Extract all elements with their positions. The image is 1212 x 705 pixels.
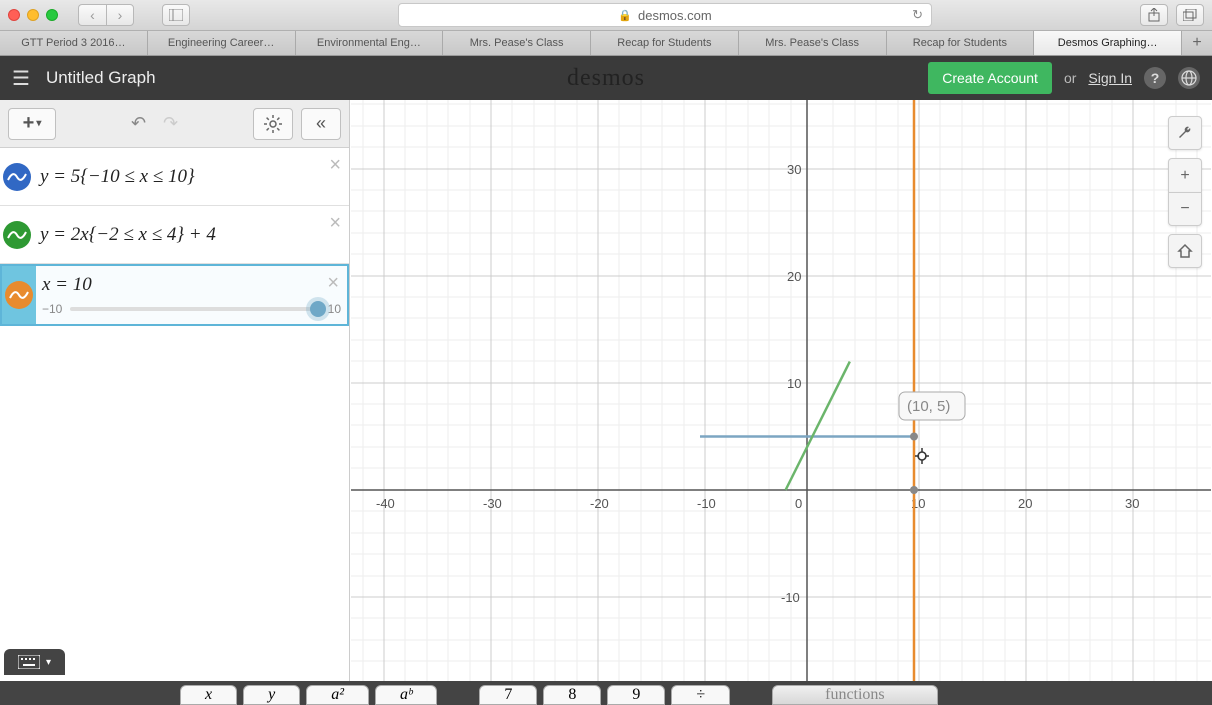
help-icon[interactable]: ? <box>1144 67 1166 89</box>
window-minimize-button[interactable] <box>27 9 39 21</box>
nav-button-group: ‹ › <box>78 4 134 26</box>
keyboard-icon <box>18 655 40 669</box>
keypad-key[interactable]: 8 <box>543 685 601 705</box>
window-maximize-button[interactable] <box>46 9 58 21</box>
browser-chrome: ‹ › 🔒 desmos.com ↻ <box>0 0 1212 31</box>
zoom-in-button[interactable]: + <box>1168 158 1202 192</box>
home-icon <box>1177 243 1193 259</box>
graph-controls: + − <box>1168 116 1202 268</box>
intersection-point[interactable] <box>910 433 918 441</box>
browser-tabs: GTT Period 3 2016… Engineering Career… E… <box>0 31 1212 56</box>
zoom-out-button[interactable]: − <box>1168 192 1202 226</box>
window-close-button[interactable] <box>8 9 20 21</box>
svg-text:10: 10 <box>787 376 801 391</box>
keypad-toggle-button[interactable]: ▾ <box>4 649 65 675</box>
grid-minor <box>350 100 1211 705</box>
browser-tab[interactable]: Recap for Students <box>591 31 739 55</box>
keypad-key[interactable]: y <box>243 685 300 705</box>
expression-row[interactable]: y = 5{−10 ≤ x ≤ 10} × <box>0 148 349 206</box>
svg-text:-10: -10 <box>781 590 800 605</box>
point-label: (10, 5) <box>907 398 950 415</box>
keypad-bar: x y a² aᵇ 7 8 9 ÷ functions <box>0 681 1212 705</box>
slider-track[interactable] <box>70 307 319 311</box>
expression-delete-button[interactable]: × <box>329 212 341 235</box>
keypad-key[interactable]: 9 <box>607 685 665 705</box>
expression-row[interactable]: y = 2x{−2 ≤ x ≤ 4} + 4 × <box>0 206 349 264</box>
expression-formula[interactable]: x = 10 <box>42 274 341 296</box>
keypad-key[interactable]: x <box>180 685 237 705</box>
svg-text:30: 30 <box>1125 496 1139 511</box>
svg-text:-30: -30 <box>483 496 502 511</box>
svg-text:-20: -20 <box>590 496 609 511</box>
sidebar-toggle-button[interactable] <box>162 4 190 26</box>
lock-icon: 🔒 <box>618 9 632 22</box>
share-button[interactable] <box>1140 4 1168 26</box>
expression-color-icon[interactable] <box>3 221 31 249</box>
svg-text:20: 20 <box>1018 496 1032 511</box>
expression-delete-button[interactable]: × <box>329 154 341 177</box>
collapse-panel-button[interactable]: « <box>301 108 341 140</box>
desmos-logo: desmos <box>567 65 645 92</box>
svg-text:30: 30 <box>787 162 801 177</box>
back-button[interactable]: ‹ <box>78 4 106 26</box>
expression-color-icon[interactable] <box>3 163 31 191</box>
browser-tab[interactable]: Mrs. Pease's Class <box>443 31 591 55</box>
expression-row-selected[interactable]: x = 10 −10 10 × <box>0 264 349 326</box>
expression-toolbar: +▾ ↶ ↷ « <box>0 100 349 148</box>
browser-tab[interactable]: Recap for Students <box>887 31 1035 55</box>
url-bar[interactable]: 🔒 desmos.com ↻ <box>398 3 932 27</box>
expression-list: y = 5{−10 ≤ x ≤ 10} × y = 2x{−2 ≤ x ≤ 4}… <box>0 148 349 705</box>
keypad-key[interactable]: 7 <box>479 685 537 705</box>
intersection-point[interactable] <box>910 486 918 494</box>
svg-text:-10: -10 <box>697 496 716 511</box>
svg-text:0: 0 <box>795 496 802 511</box>
slider[interactable]: −10 10 <box>42 302 341 316</box>
slider-min: −10 <box>42 302 62 316</box>
reload-icon[interactable]: ↻ <box>912 7 923 23</box>
browser-tab[interactable]: Engineering Career… <box>148 31 296 55</box>
main: +▾ ↶ ↷ « y = 5{−10 ≤ x ≤ 10} × <box>0 100 1212 705</box>
or-text: or <box>1064 70 1076 86</box>
expression-delete-button[interactable]: × <box>327 272 339 295</box>
graph-title[interactable]: Untitled Graph <box>46 68 156 88</box>
expression-panel: +▾ ↶ ↷ « y = 5{−10 ≤ x ≤ 10} × <box>0 100 350 705</box>
expression-settings-button[interactable] <box>253 108 293 140</box>
traffic-lights <box>8 9 58 21</box>
keypad-functions-button[interactable]: functions <box>772 685 938 705</box>
keypad-key[interactable]: ÷ <box>671 685 730 705</box>
create-account-button[interactable]: Create Account <box>928 62 1052 94</box>
forward-button[interactable]: › <box>106 4 134 26</box>
add-expression-button[interactable]: +▾ <box>8 108 56 140</box>
svg-text:-40: -40 <box>376 496 395 511</box>
app-header: ☰ Untitled Graph desmos Create Account o… <box>0 56 1212 100</box>
gear-icon <box>264 115 282 133</box>
graph-canvas[interactable]: -40 -30 -20 -10 0 10 20 30 -10 10 20 30 <box>350 100 1212 705</box>
svg-text:20: 20 <box>787 269 801 284</box>
graph-settings-button[interactable] <box>1168 116 1202 150</box>
new-tab-button[interactable]: + <box>1182 31 1212 55</box>
language-icon[interactable] <box>1178 67 1200 89</box>
expression-formula[interactable]: y = 2x{−2 ≤ x ≤ 4} + 4 <box>34 206 349 263</box>
slider-thumb[interactable] <box>310 301 326 317</box>
expression-formula[interactable]: y = 5{−10 ≤ x ≤ 10} <box>34 148 349 205</box>
keypad-key[interactable]: a² <box>306 685 369 705</box>
graph-area[interactable]: -40 -30 -20 -10 0 10 20 30 -10 10 20 30 <box>350 100 1212 705</box>
home-button[interactable] <box>1168 234 1202 268</box>
browser-tab[interactable]: Mrs. Pease's Class <box>739 31 887 55</box>
keypad-key[interactable]: aᵇ <box>375 685 437 705</box>
sign-in-link[interactable]: Sign In <box>1088 70 1132 86</box>
tabs-button[interactable] <box>1176 4 1204 26</box>
grid-major <box>351 100 1211 705</box>
expression-color-icon[interactable] <box>5 281 33 309</box>
slider-max: 10 <box>328 302 341 316</box>
url-host: desmos.com <box>638 8 712 23</box>
browser-tab[interactable]: Environmental Eng… <box>296 31 444 55</box>
redo-button[interactable]: ↷ <box>157 110 185 138</box>
browser-tab[interactable]: GTT Period 3 2016… <box>0 31 148 55</box>
wrench-icon <box>1177 125 1193 141</box>
browser-tab-active[interactable]: Desmos Graphing… <box>1034 31 1182 55</box>
undo-button[interactable]: ↶ <box>125 110 153 138</box>
hamburger-icon[interactable]: ☰ <box>12 66 30 91</box>
